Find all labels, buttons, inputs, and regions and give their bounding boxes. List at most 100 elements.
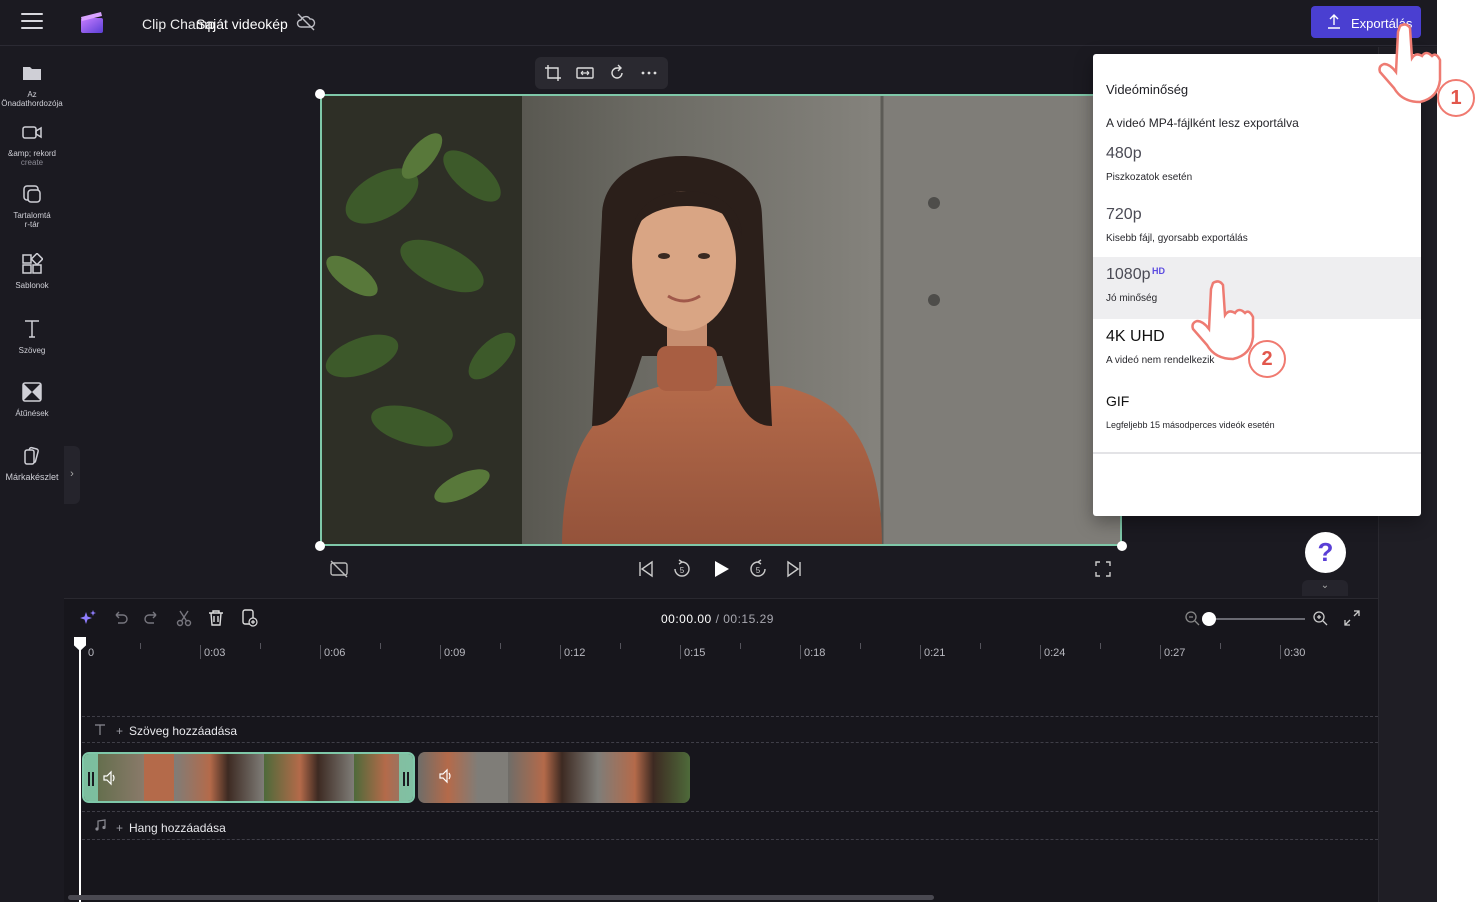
magic-icon[interactable] bbox=[79, 609, 97, 627]
tick-mark bbox=[440, 645, 441, 659]
zoom-slider-track[interactable] bbox=[1209, 618, 1305, 620]
sidebar-item-content-library[interactable]: Tartalomtá r-tár bbox=[0, 183, 64, 229]
menu-subtitle: A videó MP4-fájlként lesz exportálva bbox=[1106, 116, 1299, 130]
hd-badge: HD bbox=[1152, 266, 1165, 276]
tick-mark bbox=[800, 645, 801, 659]
tick-mark bbox=[560, 645, 561, 659]
sidebar-item-record-create[interactable]: &amp; rekord create bbox=[0, 121, 64, 167]
zoom-in-icon[interactable] bbox=[1312, 610, 1328, 626]
rotate-icon[interactable] bbox=[608, 64, 626, 82]
add-text-label: Szöveg hozzáadása bbox=[129, 724, 238, 738]
volume-icon[interactable] bbox=[102, 770, 118, 786]
video-clip-2[interactable] bbox=[418, 752, 690, 803]
text-track-icon bbox=[95, 724, 105, 735]
fit-icon[interactable] bbox=[576, 64, 594, 82]
menu-divider bbox=[1093, 452, 1421, 454]
tick-mark bbox=[1160, 645, 1161, 659]
tick-label: 0:27 bbox=[1164, 647, 1186, 659]
sidebar-item-sublabel: create bbox=[20, 158, 44, 167]
tick-label: 0:06 bbox=[324, 647, 346, 659]
content-library-icon bbox=[23, 185, 41, 203]
clip-thumbnail bbox=[264, 754, 354, 801]
upload-icon bbox=[1328, 14, 1340, 29]
timeline-ruler[interactable]: 0 0:03 0:06 0:09 0:12 0:15 0:18 0:21 0:2 bbox=[82, 637, 1372, 667]
tick-mark bbox=[1220, 643, 1221, 649]
collapse-preview-button[interactable]: ⌄ bbox=[1302, 580, 1348, 596]
step-1-callout: 1 bbox=[1437, 79, 1475, 117]
tick-mark bbox=[380, 643, 381, 649]
tick-mark bbox=[500, 643, 501, 649]
sidebar-item-text[interactable]: Szöveg bbox=[0, 318, 64, 355]
menu-icon[interactable] bbox=[21, 13, 43, 31]
tick-mark bbox=[1040, 645, 1041, 659]
sidebar-item-transitions[interactable]: Átűnések bbox=[0, 381, 64, 418]
fullscreen-icon[interactable] bbox=[1093, 559, 1113, 579]
resize-handle-top-left[interactable] bbox=[315, 89, 325, 99]
sidebar-item-media[interactable]: Az Önadathordozója bbox=[0, 62, 64, 108]
sidebar-item-label: Sablonok bbox=[15, 281, 49, 290]
delete-icon[interactable] bbox=[207, 609, 225, 627]
menu-title: Videóminőség bbox=[1106, 82, 1189, 97]
fit-timeline-icon[interactable] bbox=[1344, 610, 1360, 626]
captions-off-icon[interactable] bbox=[329, 559, 349, 579]
crop-icon[interactable] bbox=[544, 64, 562, 82]
tick-mark bbox=[200, 645, 201, 659]
more-options-icon[interactable] bbox=[640, 64, 658, 82]
export-option-720p[interactable]: 720p Kisebb fájl, gyorsabb exportálás bbox=[1093, 197, 1421, 259]
undo-icon[interactable] bbox=[111, 609, 129, 627]
add-text-track[interactable]: + Szöveg hozzáadása bbox=[116, 724, 237, 738]
clip-thumbnail bbox=[478, 752, 508, 803]
redo-icon[interactable] bbox=[143, 609, 161, 627]
sidebar-item-brand-kit[interactable]: Márkakészlet bbox=[0, 445, 64, 482]
project-name-field[interactable]: Saját videokép bbox=[194, 7, 288, 39]
skip-back-icon[interactable] bbox=[636, 559, 656, 579]
volume-icon[interactable] bbox=[438, 768, 454, 784]
track-divider bbox=[82, 811, 1378, 812]
tick-label: 0:24 bbox=[1044, 647, 1066, 659]
video-clip-1[interactable] bbox=[82, 752, 415, 803]
tick-label: 0 bbox=[88, 647, 95, 659]
tick-mark bbox=[740, 643, 741, 649]
camera-icon bbox=[22, 126, 42, 139]
rewind-5-icon[interactable]: 5 bbox=[672, 559, 692, 579]
timeline-scrollbar[interactable] bbox=[68, 895, 934, 900]
resize-handle-bottom-left[interactable] bbox=[315, 541, 325, 551]
option-resolution: GIF bbox=[1106, 393, 1130, 409]
sidebar: Az Önadathordozója &amp; rekord create T… bbox=[0, 47, 64, 697]
resize-handle-bottom-right[interactable] bbox=[1117, 541, 1127, 551]
play-icon[interactable] bbox=[710, 558, 732, 580]
tick-mark bbox=[140, 643, 141, 649]
sidebar-item-templates[interactable]: Sablonok bbox=[0, 253, 64, 290]
tick-label: 0:15 bbox=[684, 647, 706, 659]
sidebar-item-label: Tartalomtá bbox=[13, 211, 51, 220]
zoom-slider-thumb[interactable] bbox=[1202, 612, 1216, 626]
tick-label: 0:09 bbox=[444, 647, 466, 659]
export-option-480p[interactable]: 480p Piszkozatok esetén bbox=[1093, 136, 1421, 198]
video-preview[interactable] bbox=[320, 94, 1122, 546]
help-button[interactable]: ? bbox=[1305, 532, 1346, 573]
text-icon bbox=[25, 320, 39, 338]
clip-thumbnail bbox=[144, 754, 174, 801]
total-time: / 00:15.29 bbox=[715, 612, 774, 626]
export-option-gif[interactable]: GIF Legfeljebb 15 másodperces videók ese… bbox=[1093, 384, 1421, 446]
folder-icon bbox=[23, 67, 41, 80]
clip-trim-handle-left[interactable] bbox=[84, 754, 98, 801]
tick-mark bbox=[260, 643, 261, 649]
forward-5-icon[interactable]: 5 bbox=[748, 559, 768, 579]
option-resolution: 720p bbox=[1106, 206, 1142, 223]
expand-sidebar-button[interactable]: › bbox=[64, 446, 80, 504]
tick-mark bbox=[1100, 643, 1101, 649]
clip-thumbnail bbox=[174, 754, 264, 801]
sidebar-item-label: Átűnések bbox=[15, 409, 49, 418]
zoom-out-icon[interactable] bbox=[1184, 610, 1200, 626]
timeline: 00:00.00 / 00:15.29 0 0:03 0:06 0:09 0:1… bbox=[64, 598, 1378, 902]
add-media-icon[interactable] bbox=[240, 609, 258, 627]
skip-forward-icon[interactable] bbox=[784, 559, 804, 579]
clip-trim-handle-right[interactable] bbox=[399, 754, 413, 801]
track-divider bbox=[82, 839, 1378, 840]
scissors-icon[interactable] bbox=[175, 609, 193, 627]
add-audio-track[interactable]: + Hang hozzáadása bbox=[116, 821, 226, 835]
clip-thumbnail bbox=[598, 752, 690, 803]
playhead[interactable] bbox=[79, 637, 81, 902]
option-resolution: 1080p bbox=[1106, 266, 1151, 283]
